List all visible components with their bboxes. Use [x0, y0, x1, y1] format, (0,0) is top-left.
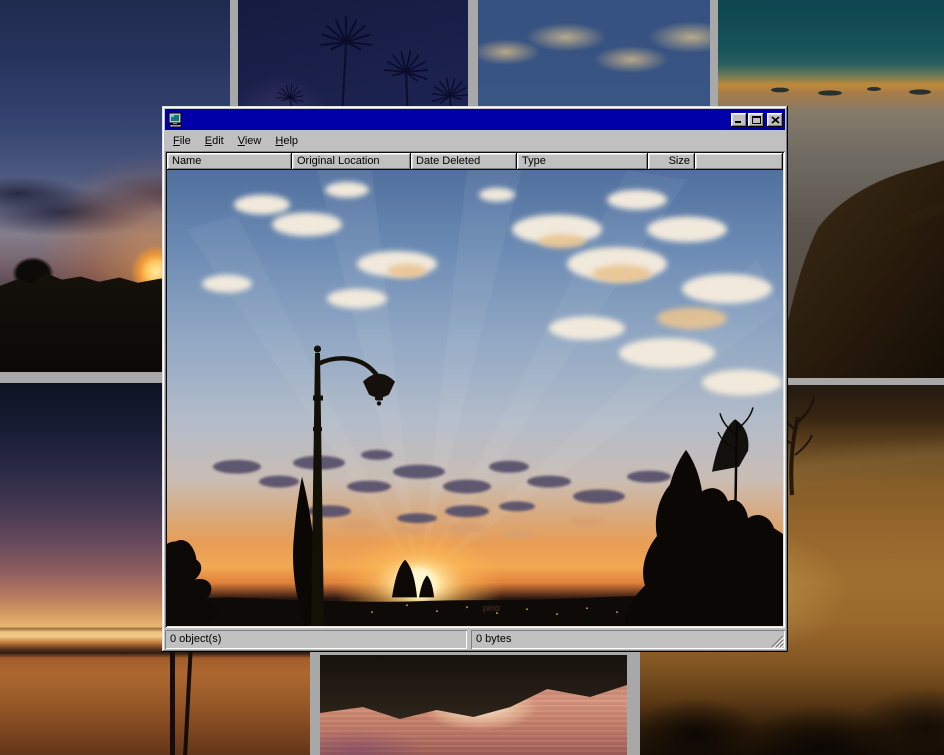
column-header-filler [695, 153, 783, 170]
column-header-date-deleted[interactable]: Date Deleted [411, 153, 517, 170]
minimize-icon [735, 116, 743, 123]
status-byte-count: 0 bytes [471, 630, 785, 649]
close-button[interactable] [767, 113, 783, 127]
sunset-lamp-photo-illustration: pino [167, 170, 783, 626]
water-pole-silhouette [170, 638, 175, 755]
recycle-bin-window: File Edit View Help Name Original Locati… [162, 106, 788, 652]
column-header-size[interactable]: Size [648, 153, 695, 170]
water-pole-silhouette [183, 641, 193, 755]
status-bar: 0 object(s) 0 bytes [165, 630, 785, 649]
menu-edit[interactable]: Edit [198, 132, 231, 150]
status-bytes-text: 0 bytes [476, 633, 511, 645]
column-header-row: Name Original Location Date Deleted Type… [167, 153, 783, 170]
file-list-view: Name Original Location Date Deleted Type… [165, 151, 785, 628]
menu-help[interactable]: Help [268, 132, 305, 150]
close-icon [771, 116, 780, 124]
desktop-photo-collage: File Edit View Help Name Original Locati… [0, 0, 944, 755]
title-bar[interactable] [165, 109, 785, 130]
column-header-original-location[interactable]: Original Location [292, 153, 411, 170]
maximize-button[interactable] [748, 113, 764, 127]
collage-photo-tree-reflection-water [320, 655, 627, 755]
menu-bar: File Edit View Help [165, 130, 785, 151]
computer-icon [167, 112, 183, 128]
photo-watermark: pino [483, 603, 500, 613]
list-area-sunset-wallpaper: pino [167, 170, 783, 626]
minimize-button[interactable] [731, 113, 747, 127]
status-object-count: 0 object(s) [165, 630, 467, 649]
menu-view[interactable]: View [231, 132, 269, 150]
column-header-name[interactable]: Name [167, 153, 292, 170]
maximize-icon [752, 116, 761, 124]
tree-reflection-silhouette [320, 655, 627, 755]
column-header-type[interactable]: Type [517, 153, 648, 170]
resize-grip-icon[interactable] [771, 635, 784, 648]
menu-file[interactable]: File [166, 132, 198, 150]
